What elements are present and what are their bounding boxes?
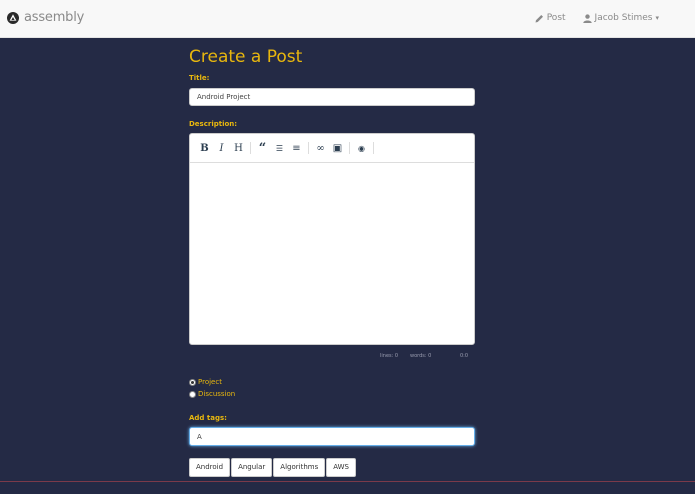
nav-right: Post Jacob Stimes ▾: [535, 13, 659, 23]
quote-icon[interactable]: “: [257, 141, 268, 156]
user-menu[interactable]: Jacob Stimes ▾: [582, 13, 659, 23]
caret-down-icon: ▾: [655, 14, 659, 22]
title-label: Title:: [189, 74, 210, 82]
page-title: Create a Post: [189, 47, 303, 67]
post-link[interactable]: Post: [535, 13, 566, 23]
user-icon: [582, 13, 592, 23]
tag-suggestions: Android Angular Algorithms AWS: [189, 458, 357, 477]
post-link-label: Post: [546, 13, 566, 23]
brand-name: assembly: [24, 10, 85, 25]
editor-toolbar: B I H “ ☰ ≡ ∞ ▣ ◉: [190, 134, 474, 163]
lines-count: lines: 0: [380, 353, 399, 359]
italic-icon[interactable]: I: [216, 143, 227, 154]
toolbar-divider: [250, 142, 251, 154]
user-name: Jacob Stimes: [594, 13, 653, 23]
cursor-position: 0:0: [460, 353, 469, 359]
tag-suggestion[interactable]: Android: [189, 458, 231, 477]
image-icon[interactable]: ▣: [332, 143, 343, 154]
post-type-discussion[interactable]: Discussion: [189, 390, 235, 398]
tags-input[interactable]: [189, 427, 475, 446]
project-label: Project: [198, 378, 222, 386]
bottom-divider: [0, 481, 695, 482]
brand[interactable]: assembly: [7, 11, 84, 25]
discussion-label: Discussion: [198, 390, 236, 398]
toolbar-divider: [308, 142, 309, 154]
markdown-editor[interactable]: B I H “ ☰ ≡ ∞ ▣ ◉: [189, 133, 475, 345]
discussion-radio[interactable]: [189, 390, 196, 398]
project-radio[interactable]: [189, 378, 196, 386]
words-count: words: 0: [410, 353, 432, 359]
assembly-logo-icon: [7, 12, 19, 24]
tag-suggestion[interactable]: Algorithms: [273, 458, 326, 477]
post-type-project[interactable]: Project: [189, 378, 222, 386]
tags-label: Add tags:: [189, 414, 227, 422]
preview-icon[interactable]: ◉: [356, 143, 367, 154]
tag-suggestion[interactable]: Angular: [231, 458, 273, 477]
ordered-list-icon[interactable]: ≡: [291, 143, 302, 154]
toolbar-divider: [349, 142, 350, 154]
editor-body[interactable]: [190, 163, 474, 345]
create-post-form: Create a Post: [189, 47, 475, 68]
title-input[interactable]: [189, 88, 475, 106]
unordered-list-icon[interactable]: ☰: [274, 143, 285, 154]
pencil-icon: [535, 14, 543, 22]
bold-icon[interactable]: B: [199, 143, 210, 154]
toolbar-divider: [373, 142, 374, 154]
top-navbar: assembly Post Jacob Stimes ▾: [0, 0, 695, 38]
description-label: Description:: [189, 120, 238, 128]
heading-icon[interactable]: H: [233, 143, 244, 154]
tag-suggestion[interactable]: AWS: [326, 458, 357, 477]
link-icon[interactable]: ∞: [315, 143, 326, 154]
